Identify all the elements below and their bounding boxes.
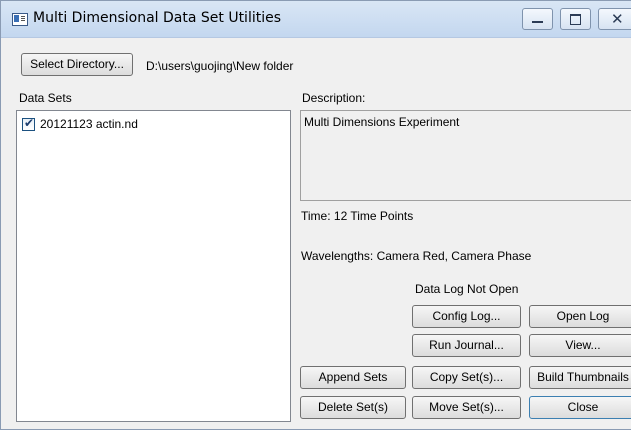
- time-info: Time: 12 Time Points: [301, 209, 414, 223]
- wavelengths-info: Wavelengths: Camera Red, Camera Phase: [301, 249, 532, 263]
- maximize-button[interactable]: [560, 8, 591, 30]
- move-sets-button[interactable]: Move Set(s)...: [412, 396, 521, 419]
- close-icon: ✕: [611, 10, 624, 28]
- data-set-checkbox[interactable]: ✔: [22, 116, 35, 131]
- append-sets-button[interactable]: Append Sets: [300, 366, 406, 389]
- open-log-button[interactable]: Open Log: [529, 305, 631, 328]
- description-box[interactable]: Multi Dimensions Experiment: [300, 110, 631, 201]
- data-sets-list[interactable]: ✔ 20121123 actin.nd: [16, 110, 291, 422]
- title-bar[interactable]: Multi Dimensional Data Set Utilities ✕: [1, 1, 631, 38]
- build-thumbnails-button[interactable]: Build Thumbnails: [529, 366, 631, 389]
- close-window-button[interactable]: ✕: [598, 8, 631, 30]
- description-label: Description:: [302, 91, 366, 105]
- select-directory-button[interactable]: Select Directory...: [21, 53, 133, 76]
- data-set-name: 20121123 actin.nd: [40, 117, 138, 131]
- directory-path: D:\users\guojing\New folder: [146, 59, 294, 73]
- copy-sets-button[interactable]: Copy Set(s)...: [412, 366, 521, 389]
- main-window: Multi Dimensional Data Set Utilities ✕ S…: [0, 0, 631, 430]
- minimize-button[interactable]: [522, 8, 553, 30]
- close-button[interactable]: Close: [529, 396, 631, 419]
- delete-sets-button[interactable]: Delete Set(s): [300, 396, 406, 419]
- minimize-icon: [532, 21, 543, 23]
- data-log-status: Data Log Not Open: [415, 282, 519, 296]
- maximize-icon: [570, 14, 581, 25]
- description-text: Multi Dimensions Experiment: [304, 115, 460, 129]
- run-journal-button[interactable]: Run Journal...: [412, 334, 521, 357]
- app-icon: [12, 13, 28, 26]
- view-button[interactable]: View...: [529, 334, 631, 357]
- data-sets-label: Data Sets: [19, 91, 72, 105]
- window-title: Multi Dimensional Data Set Utilities: [33, 10, 282, 26]
- checkmark-icon: ✔: [24, 116, 35, 130]
- config-log-button[interactable]: Config Log...: [412, 305, 521, 328]
